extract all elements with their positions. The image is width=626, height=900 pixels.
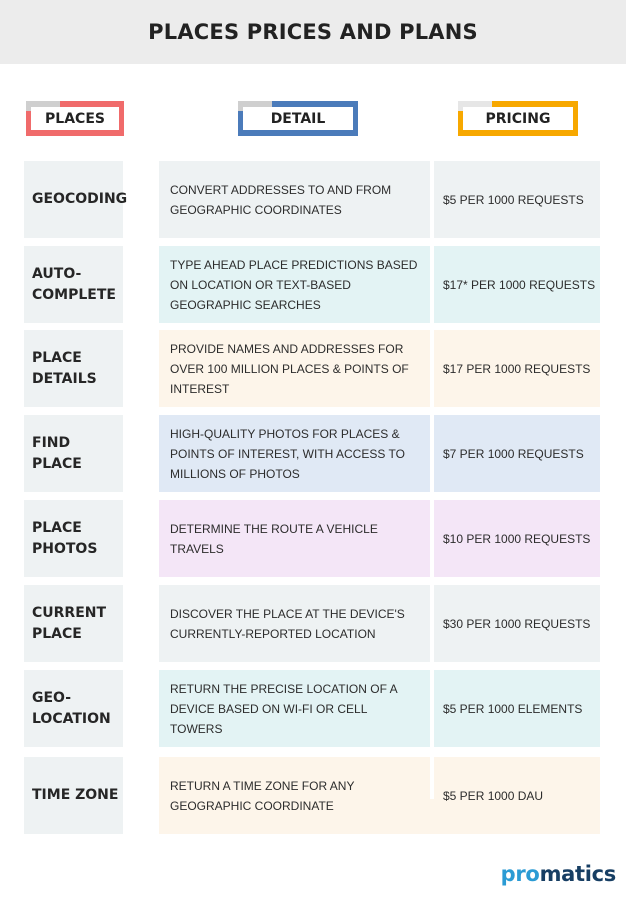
header-places-label: PLACES bbox=[31, 107, 119, 130]
page-title: PLACES PRICES AND PLANS bbox=[148, 20, 478, 44]
row-place-name: AUTO- COMPLETE bbox=[24, 246, 123, 323]
row-place-name-text: GEO- LOCATION bbox=[32, 689, 111, 727]
row-detail-text: PROVIDE NAMES AND ADDRESSES FOR OVER 100… bbox=[170, 341, 409, 396]
row-place-name: GEOCODING bbox=[24, 161, 127, 238]
title-bar: PLACES PRICES AND PLANS bbox=[0, 0, 626, 64]
row-place-name: FIND PLACE bbox=[24, 415, 123, 492]
logo-part-pro: pro bbox=[500, 862, 540, 886]
row-place-name: PLACE DETAILS bbox=[24, 330, 123, 407]
row-price-text: $17 PER 1000 REQUESTS bbox=[443, 361, 591, 376]
row-price-text: $5 PER 1000 ELEMENTS bbox=[443, 701, 583, 716]
row-detail: RETURN THE PRECISE LOCATION OF A DEVICE … bbox=[159, 670, 430, 747]
row-price: $30 PER 1000 REQUESTS bbox=[434, 585, 600, 662]
row-price: $17 PER 1000 REQUESTS bbox=[434, 330, 600, 407]
row-detail: HIGH-QUALITY PHOTOS FOR PLACES & POINTS … bbox=[159, 415, 430, 492]
row-place-name-text: PLACE DETAILS bbox=[32, 349, 97, 387]
header-pricing: PRICING bbox=[458, 101, 578, 136]
row-price-text: $17* PER 1000 REQUESTS bbox=[443, 277, 596, 292]
row-price-text: $5 PER 1000 REQUESTS bbox=[443, 192, 584, 207]
header-places: PLACES bbox=[26, 101, 124, 136]
promatics-logo: promatics bbox=[500, 862, 617, 886]
table-row: PLACE PHOTOS DETERMINE THE ROUTE A VEHICL… bbox=[24, 500, 600, 577]
row-price-text: $7 PER 1000 REQUESTS bbox=[443, 446, 584, 461]
row-price: $5 PER 1000 DAU bbox=[434, 757, 600, 834]
row-place-name: CURRENT PLACE bbox=[24, 585, 123, 662]
row-place-name: PLACE PHOTOS bbox=[24, 500, 123, 577]
table-row: GEO- LOCATION RETURN THE PRECISE LOCATION… bbox=[24, 670, 600, 747]
row-detail-text: DISCOVER THE PLACE AT THE DEVICE'S CURRE… bbox=[170, 606, 405, 641]
row-place-name-text: CURRENT PLACE bbox=[32, 604, 107, 642]
row-place-name-text: TIME ZONE bbox=[32, 787, 119, 803]
row-price: $5 PER 1000 ELEMENTS bbox=[434, 670, 600, 747]
table-row: GEOCODING CONVERT ADDRESSES TO AND FROM G… bbox=[24, 161, 600, 238]
row-detail: DISCOVER THE PLACE AT THE DEVICE'S CURRE… bbox=[159, 585, 430, 662]
row-detail: TYPE AHEAD PLACE PREDICTIONS BASED ON LO… bbox=[159, 246, 430, 323]
row-price: $5 PER 1000 REQUESTS bbox=[434, 161, 600, 238]
row-price: $10 PER 1000 REQUESTS bbox=[434, 500, 600, 577]
row-price: $7 PER 1000 REQUESTS bbox=[434, 415, 600, 492]
row-place-name-text: PLACE PHOTOS bbox=[32, 519, 98, 557]
table-row: TIME ZONE RETURN A TIME ZONE FOR ANY GEOG… bbox=[24, 757, 600, 834]
table-row: FIND PLACE HIGH-QUALITY PHOTOS FOR PLACES… bbox=[24, 415, 600, 492]
row-place-name-text: GEOCODING bbox=[32, 191, 128, 207]
row-detail-text: RETURN THE PRECISE LOCATION OF A DEVICE … bbox=[170, 681, 397, 736]
row-place-name: GEO- LOCATION bbox=[24, 670, 123, 747]
row-place-name: TIME ZONE bbox=[24, 757, 123, 834]
row-detail: DETERMINE THE ROUTE A VEHICLE TRAVELS bbox=[159, 500, 430, 577]
row-detail: RETURN A TIME ZONE FOR ANY GEOGRAPHIC CO… bbox=[159, 757, 430, 834]
row-detail-text: HIGH-QUALITY PHOTOS FOR PLACES & POINTS … bbox=[170, 426, 405, 481]
row-detail-text: CONVERT ADDRESSES TO AND FROM GEOGRAPHIC… bbox=[170, 182, 392, 217]
header-pricing-label: PRICING bbox=[463, 107, 573, 130]
table-row: CURRENT PLACE DISCOVER THE PLACE AT THE D… bbox=[24, 585, 600, 662]
row-price-text: $10 PER 1000 REQUESTS bbox=[443, 531, 591, 546]
row-detail-text: RETURN A TIME ZONE FOR ANY GEOGRAPHIC CO… bbox=[170, 778, 355, 813]
logo-part-matics: matics bbox=[539, 862, 617, 886]
table-row: AUTO- COMPLETE TYPE AHEAD PLACE PREDICTIO… bbox=[24, 246, 600, 323]
table-row: PLACE DETAILS PROVIDE NAMES AND ADDRESSES… bbox=[24, 330, 600, 407]
header-detail: DETAIL bbox=[238, 101, 358, 136]
row-detail-text: DETERMINE THE ROUTE A VEHICLE TRAVELS bbox=[170, 521, 378, 556]
row-price-text: $5 PER 1000 DAU bbox=[443, 788, 544, 803]
row-detail: PROVIDE NAMES AND ADDRESSES FOR OVER 100… bbox=[159, 330, 430, 407]
row-detail: CONVERT ADDRESSES TO AND FROM GEOGRAPHIC… bbox=[159, 161, 430, 238]
header-detail-label: DETAIL bbox=[243, 107, 353, 130]
row-place-name-text: AUTO- COMPLETE bbox=[32, 265, 116, 303]
row-detail-text: TYPE AHEAD PLACE PREDICTIONS BASED ON LO… bbox=[170, 257, 418, 312]
row-price: $17* PER 1000 REQUESTS bbox=[434, 246, 600, 323]
row-price-text: $30 PER 1000 REQUESTS bbox=[443, 616, 591, 631]
row-place-name-text: FIND PLACE bbox=[32, 434, 82, 472]
